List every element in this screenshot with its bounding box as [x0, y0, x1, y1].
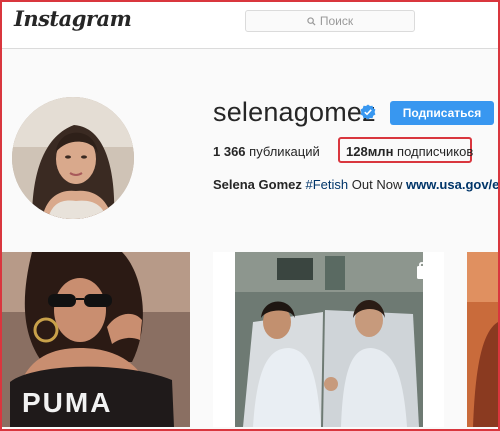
screenshot-highlight-frame	[0, 0, 500, 431]
